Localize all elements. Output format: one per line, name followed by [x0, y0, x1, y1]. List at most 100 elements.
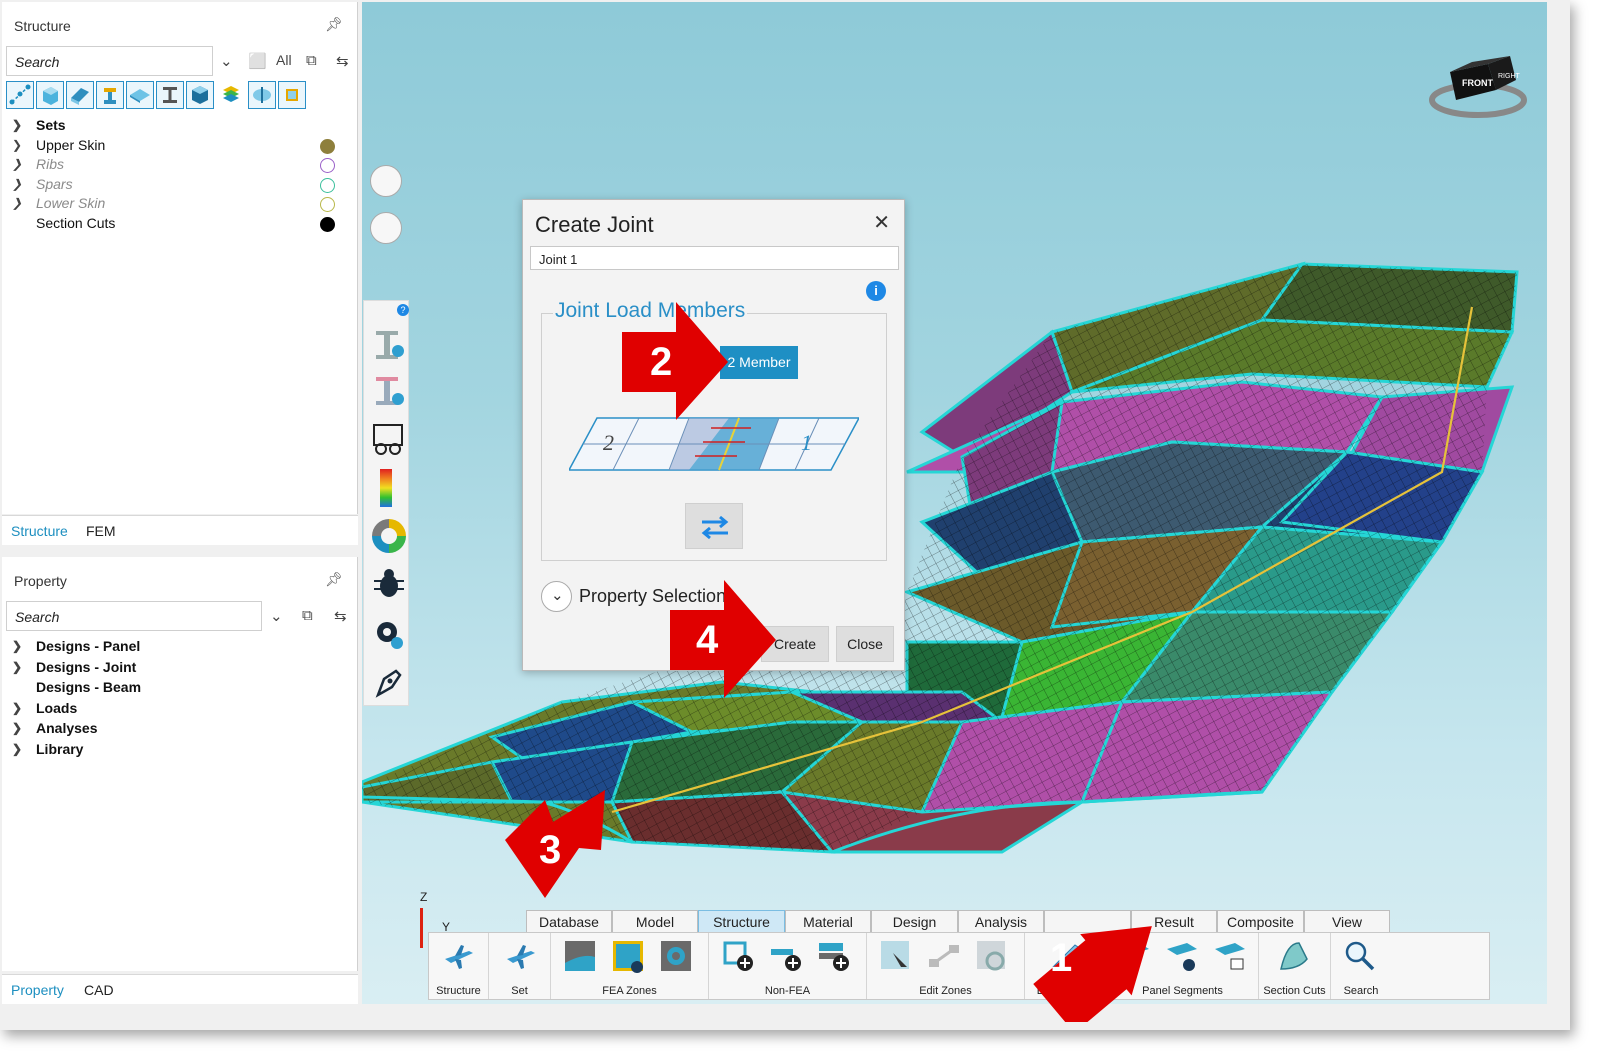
tree-item-spars[interactable]: ❯ Spars: [8, 175, 348, 195]
close-button[interactable]: Close: [836, 626, 894, 662]
tab-fem[interactable]: FEM: [86, 523, 116, 539]
tree-item-lower-skin[interactable]: ❯ Lower Skin: [8, 194, 348, 214]
tree-item-sets[interactable]: ❯ Sets: [8, 116, 348, 136]
view-cube[interactable]: FRONT RIGHT: [1428, 40, 1528, 120]
tab-model[interactable]: Model: [612, 910, 698, 932]
block-filter-icon[interactable]: [186, 81, 214, 109]
swap-icon[interactable]: ⇆: [336, 52, 349, 70]
color-swatch[interactable]: [320, 138, 335, 154]
beam-filter-icon[interactable]: [96, 81, 124, 109]
tree-item-section-cuts[interactable]: Section Cuts: [8, 214, 348, 234]
glasses-view-icon[interactable]: [372, 421, 404, 457]
chevron-right-icon[interactable]: ❯: [12, 719, 22, 738]
layers-filter-icon[interactable]: [218, 81, 246, 109]
bug-icon[interactable]: [372, 567, 406, 601]
copy-icon[interactable]: ⧉: [302, 607, 313, 624]
chevron-right-icon[interactable]: ❯: [12, 136, 22, 155]
tree-item-label: Designs - Joint: [36, 658, 137, 675]
ribbon-group-set[interactable]: Set: [489, 933, 551, 999]
tree-item-library[interactable]: ❯ Library: [8, 740, 348, 761]
ribbon-label: Structure: [436, 985, 481, 997]
chevron-down-icon[interactable]: ⌄: [270, 607, 283, 625]
chevron-right-icon[interactable]: ❯: [12, 175, 22, 194]
chevron-right-icon[interactable]: ❯: [12, 116, 22, 135]
tree-item-loads[interactable]: ❯ Loads: [8, 699, 348, 720]
ribbon-group-search[interactable]: Search: [1331, 933, 1391, 999]
swap-members-button[interactable]: [685, 503, 743, 549]
panel-segment-auto-icon: [1167, 943, 1197, 971]
structure-search-input[interactable]: Search: [6, 46, 213, 76]
fastener-filter-icon[interactable]: [248, 81, 276, 109]
pin-icon[interactable]: 📌︎: [325, 571, 343, 588]
tab-property[interactable]: Property: [11, 982, 64, 998]
copy-icon[interactable]: ⧉: [306, 52, 317, 69]
airplane-structure-icon: [445, 945, 473, 969]
annotation-number: 4: [696, 618, 719, 662]
filter-all-label[interactable]: All: [276, 52, 292, 68]
plate-filter-icon[interactable]: [126, 81, 154, 109]
ribbon-group-edit-zones[interactable]: Edit Zones: [867, 933, 1025, 999]
tab-composite[interactable]: Composite: [1217, 910, 1304, 932]
chevron-right-icon[interactable]: ❯: [12, 155, 22, 174]
color-swatch[interactable]: [320, 197, 335, 213]
section-cut-icon: [1280, 942, 1308, 970]
joint-name-input[interactable]: Joint 1: [530, 246, 899, 270]
ribbon-group-section-cuts[interactable]: Section Cuts: [1259, 933, 1331, 999]
panel-segment-edit-icon: [1215, 943, 1245, 970]
component-filter-icon[interactable]: [278, 81, 306, 109]
nodes-filter-icon[interactable]: [6, 81, 34, 109]
close-icon[interactable]: ✕: [873, 210, 890, 235]
chevron-right-icon[interactable]: ❯: [12, 699, 22, 718]
tab-structure[interactable]: Structure: [698, 910, 785, 932]
annotation-number: 3: [539, 828, 562, 872]
pen-nib-icon[interactable]: [372, 665, 406, 699]
tree-item-designs-joint[interactable]: ❯ Designs - Joint: [8, 658, 348, 679]
help-icon[interactable]: ?: [397, 304, 409, 316]
perspective-view-button[interactable]: [370, 165, 402, 197]
beam-run-icon[interactable]: [372, 327, 404, 363]
ribbon-group-structure[interactable]: Structure: [429, 933, 489, 999]
tab-structure[interactable]: Structure: [11, 523, 68, 539]
tab-database[interactable]: Database: [526, 910, 612, 932]
beam-check-icon[interactable]: [372, 373, 404, 409]
chevron-right-icon[interactable]: ❯: [12, 194, 22, 213]
ribbon-group-non-fea[interactable]: Non-FEA: [709, 933, 867, 999]
chevron-right-icon[interactable]: ❯: [12, 658, 22, 677]
screen-fit-button[interactable]: [370, 212, 402, 244]
chevron-right-icon[interactable]: ❯: [12, 637, 22, 656]
tree-item-designs-panel[interactable]: ❯ Designs - Panel: [8, 637, 348, 658]
contour-legend-icon[interactable]: [380, 469, 392, 507]
expand-property-selection-button[interactable]: ⌄: [541, 581, 572, 612]
tab-cad[interactable]: CAD: [84, 982, 114, 998]
tree-item-ribs[interactable]: ❯ Ribs: [8, 155, 348, 175]
tab-material[interactable]: Material: [785, 910, 871, 932]
member-count-button[interactable]: 2 Member: [720, 346, 798, 379]
tab-design[interactable]: Design: [871, 910, 958, 932]
color-swatch[interactable]: [320, 216, 335, 232]
vertical-toolbar: ?: [363, 300, 409, 706]
member-1-label: 1: [801, 430, 812, 455]
info-icon[interactable]: i: [866, 281, 886, 301]
pin-icon[interactable]: 📌︎: [325, 16, 343, 33]
settings-view-icon[interactable]: [372, 617, 406, 651]
solid-filter-icon[interactable]: [36, 81, 64, 109]
color-swatch[interactable]: [320, 177, 335, 193]
tree-item-designs-beam[interactable]: Designs - Beam: [8, 678, 348, 699]
tree-item-label: Analyses: [36, 720, 98, 737]
swap-icon[interactable]: ⇆: [334, 607, 347, 625]
chevron-right-icon[interactable]: ❯: [12, 740, 22, 759]
ribbon-group-fea-zones[interactable]: FEA Zones: [551, 933, 709, 999]
reset-zone-icon: [977, 941, 1005, 971]
chevron-down-icon[interactable]: ⌄: [220, 52, 233, 70]
cube-filter-icon[interactable]: ⬜: [248, 52, 267, 70]
property-search-input[interactable]: Search: [6, 601, 262, 631]
donut-chart-icon[interactable]: [372, 519, 406, 553]
tree-item-analyses[interactable]: ❯ Analyses: [8, 719, 348, 740]
view-cube-front-label: FRONT: [1462, 78, 1493, 88]
tab-view[interactable]: View: [1304, 910, 1390, 932]
color-swatch[interactable]: [320, 158, 335, 174]
tree-item-upper-skin[interactable]: ❯ Upper Skin: [8, 136, 348, 156]
i-beam-filter-icon[interactable]: [156, 81, 184, 109]
panel-filter-icon[interactable]: [66, 81, 94, 109]
annotation-number: 1: [1050, 936, 1073, 980]
